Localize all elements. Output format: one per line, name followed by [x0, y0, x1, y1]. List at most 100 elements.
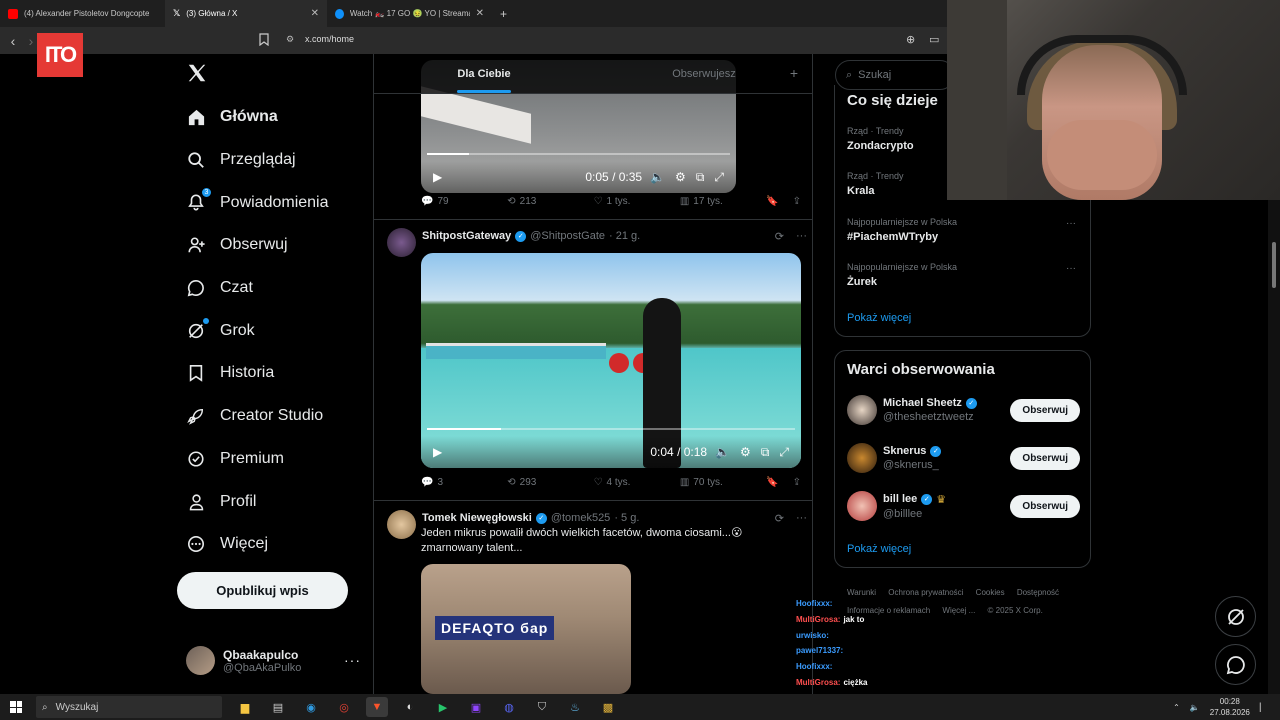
browser-tab-x[interactable]: 𝕏 (3) Główna / X ✕: [165, 0, 327, 27]
play-icon[interactable]: ▶: [433, 445, 442, 459]
footer-link[interactable]: Dostępność: [1017, 588, 1059, 597]
close-tab-icon[interactable]: ✕: [476, 8, 484, 19]
clock[interactable]: 00:28 27.08.2026: [1210, 696, 1250, 718]
browser-tab-youtube[interactable]: (4) Alexander Pistoletov Dongcopter: [0, 0, 165, 27]
video-progress[interactable]: [427, 428, 795, 430]
avatar[interactable]: [387, 228, 416, 257]
tweet-time[interactable]: · 5 g.: [614, 512, 639, 524]
grok-icon[interactable]: ⟳: [775, 230, 784, 243]
tweet-image[interactable]: DEFAQTO бар: [421, 564, 631, 694]
nav-home[interactable]: Główna: [186, 96, 329, 139]
tab-for-you[interactable]: Dla Ciebie: [374, 54, 594, 93]
more-dots-icon[interactable]: ···: [796, 230, 807, 243]
volume-icon[interactable]: 🔈: [715, 445, 730, 460]
nav-more[interactable]: Więcej: [186, 523, 329, 566]
volume-icon[interactable]: 🔈: [1190, 703, 1200, 712]
trend-item[interactable]: Rząd · Trendy Krala: [847, 171, 904, 197]
app-icon[interactable]: ▩: [597, 697, 619, 717]
reply-button[interactable]: 💬 79: [421, 196, 506, 207]
trend-item[interactable]: Rząd · Trendy Zondacrypto: [847, 126, 914, 152]
fullscreen-icon[interactable]: ⤢: [714, 170, 724, 185]
nav-profile[interactable]: Profil: [186, 480, 329, 523]
share-icon[interactable]: ⇪: [793, 196, 801, 207]
more-dots-icon[interactable]: ···: [344, 652, 361, 668]
zoom-icon[interactable]: ⊕: [906, 33, 915, 46]
suggested-account[interactable]: Michael Sheetz ✓ @thesheetztweetz Obserwu…: [847, 395, 1080, 425]
like-button[interactable]: ♡ 4 tys.: [594, 477, 679, 488]
settings-icon[interactable]: ⚙: [740, 445, 751, 460]
obs-icon[interactable]: ◐: [399, 697, 421, 717]
url-field[interactable]: x.com/home: [305, 34, 354, 44]
tweet-handle[interactable]: @tomek525: [551, 512, 610, 524]
settings-icon[interactable]: ⚙: [675, 170, 686, 185]
bookmark-icon[interactable]: 🔖: [766, 196, 778, 207]
scrollbar-thumb[interactable]: [1272, 242, 1276, 288]
discord-icon[interactable]: ◍: [498, 697, 520, 717]
repost-button[interactable]: ⟲ 213: [507, 196, 592, 207]
shield-icon[interactable]: ⛉: [531, 697, 553, 717]
trend-item[interactable]: Najpopularniejsze w Polska Żurek: [847, 262, 957, 288]
views-button[interactable]: ▥ 17 tys.: [680, 196, 765, 207]
volume-icon[interactable]: 🔈: [650, 170, 665, 185]
edge-icon[interactable]: ◉: [300, 697, 322, 717]
trend-item[interactable]: Najpopularniejsze w Polska #PiachemWTryb…: [847, 217, 957, 243]
post-button[interactable]: Opublikuj wpis: [177, 572, 348, 609]
video-progress[interactable]: [427, 153, 730, 155]
show-desktop-icon[interactable]: ▏: [1260, 703, 1266, 712]
back-icon[interactable]: ‹: [4, 33, 22, 49]
follow-button[interactable]: Obserwuj: [1010, 398, 1080, 422]
share-icon[interactable]: ⇪: [793, 477, 801, 488]
more-dots-icon[interactable]: ···: [1066, 218, 1076, 229]
reply-button[interactable]: 💬 3: [421, 477, 506, 488]
nav-explore[interactable]: Przeglądaj: [186, 139, 329, 182]
nav-chat[interactable]: Czat: [186, 267, 329, 310]
like-button[interactable]: ♡ 1 tys.: [594, 196, 679, 207]
page-scrollbar[interactable]: [1268, 200, 1280, 694]
play-icon[interactable]: ▶: [433, 170, 442, 184]
cast-icon[interactable]: ▭: [929, 33, 939, 46]
windows-start-icon[interactable]: [10, 701, 22, 713]
messages-button[interactable]: [1215, 644, 1256, 685]
account-switcher[interactable]: Qbaakapulco @QbaAkaPulko: [186, 646, 301, 675]
tweet-author[interactable]: ShitpostGateway: [422, 230, 511, 242]
tweet-author[interactable]: Tomek Niewęgłowski: [422, 512, 532, 524]
nav-creator-studio[interactable]: Creator Studio: [186, 395, 329, 438]
chrome-icon[interactable]: ◎: [333, 697, 355, 717]
chevron-up-icon[interactable]: ⌃: [1173, 703, 1180, 712]
brave-icon[interactable]: ▼: [366, 697, 388, 717]
x-logo-icon[interactable]: [186, 62, 208, 84]
close-tab-icon[interactable]: ✕: [311, 8, 319, 19]
tweet-time[interactable]: · 21 g.: [609, 230, 640, 242]
avatar[interactable]: [387, 510, 416, 539]
tweet-handle[interactable]: @ShitpostGate: [530, 230, 605, 242]
more-dots-icon[interactable]: ···: [1066, 263, 1076, 274]
suggested-account[interactable]: Sknerus ✓ @sknerus_ Obserwuj: [847, 443, 1080, 473]
suggested-account[interactable]: bill lee ✓ ♛ @billlee Obserwuj: [847, 491, 1080, 521]
more-dots-icon[interactable]: ···: [796, 512, 807, 525]
taskbar-search[interactable]: ⌕ Wyszukaj: [36, 696, 222, 718]
repost-button[interactable]: ⟲ 293: [507, 477, 592, 488]
views-button[interactable]: ▥ 70 tys.: [680, 477, 765, 488]
follow-button[interactable]: Obserwuj: [1010, 494, 1080, 518]
nav-grok[interactable]: Grok: [186, 309, 329, 352]
follow-button[interactable]: Obserwuj: [1010, 446, 1080, 470]
browser-tab-streamable[interactable]: Watch 🏍️ 17 GO 🤢 YO | Streamable ✕: [327, 0, 492, 27]
nav-notifications[interactable]: 3 Powiadomienia: [186, 181, 329, 224]
site-info-icon[interactable]: ⚙: [286, 34, 294, 45]
tweet-video[interactable]: ▶ 0:04 / 0:18 🔈 ⚙ ⧉ ⤢: [421, 253, 801, 468]
show-more-link[interactable]: Pokaż więcej: [847, 312, 911, 324]
nav-premium[interactable]: Premium: [186, 438, 329, 481]
new-tab-icon[interactable]: +: [492, 7, 515, 21]
nav-follow[interactable]: Obserwuj: [186, 224, 329, 267]
grok-button[interactable]: [1215, 596, 1256, 637]
fullscreen-icon[interactable]: ⤢: [779, 445, 789, 460]
show-more-link[interactable]: Pokaż więcej: [847, 543, 911, 555]
file-explorer-icon[interactable]: ▆: [234, 697, 256, 717]
nav-bookmarks[interactable]: Historia: [186, 352, 329, 395]
bookmark-page-icon[interactable]: [259, 33, 269, 46]
tab-following[interactable]: Obserwujesz: [594, 54, 812, 93]
twitch-icon[interactable]: ▣: [465, 697, 487, 717]
grok-icon[interactable]: ⟳: [775, 512, 784, 525]
pip-icon[interactable]: ⧉: [696, 170, 705, 185]
media-icon[interactable]: ▶: [432, 697, 454, 717]
